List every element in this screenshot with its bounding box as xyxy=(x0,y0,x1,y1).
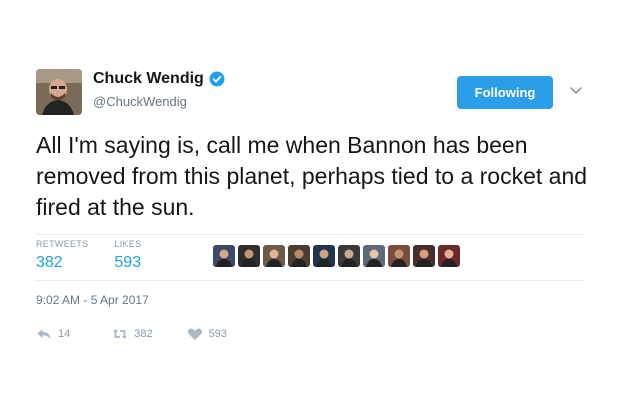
liker-avatar[interactable] xyxy=(263,245,285,267)
liker-avatar[interactable] xyxy=(388,245,410,267)
retweets-label: RETWEETS xyxy=(36,239,89,249)
stats-bottom-divider xyxy=(36,280,584,281)
retweet-button[interactable]: 382 xyxy=(112,326,153,342)
retweets-value: 382 xyxy=(36,254,63,271)
author-display-name[interactable]: Chuck Wendig xyxy=(93,70,204,88)
liker-avatar[interactable] xyxy=(313,245,335,267)
following-button[interactable]: Following xyxy=(457,76,553,109)
tweet-card: Chuck Wendig @ChuckWendig Following All … xyxy=(0,0,618,412)
author-avatar[interactable] xyxy=(36,69,82,115)
reply-icon xyxy=(37,329,51,339)
reply-button[interactable]: 14 xyxy=(36,326,70,342)
retweet-count: 382 xyxy=(134,328,153,340)
author-name-row: Chuck Wendig xyxy=(93,70,225,88)
likes-label: LIKES xyxy=(114,239,142,249)
reply-count: 14 xyxy=(58,328,71,340)
liker-avatar[interactable] xyxy=(213,245,235,267)
tweet-stats: RETWEETS 382 LIKES 593 xyxy=(36,239,167,272)
retweet-icon xyxy=(113,329,128,339)
like-count: 593 xyxy=(208,328,227,340)
stats-top-divider xyxy=(36,234,584,235)
author-handle[interactable]: @ChuckWendig xyxy=(93,94,187,109)
retweets-stat[interactable]: RETWEETS 382 xyxy=(36,239,88,272)
tweet-text: All I'm saying is, call me when Bannon h… xyxy=(36,132,588,220)
liker-avatar[interactable] xyxy=(438,245,460,267)
liker-avatar[interactable] xyxy=(238,245,260,267)
chevron-down-icon[interactable] xyxy=(568,82,584,98)
tweet-timestamp[interactable]: 9:02 AM - 5 Apr 2017 xyxy=(36,293,149,307)
liker-avatar[interactable] xyxy=(363,245,385,267)
verified-badge-icon xyxy=(209,71,225,87)
liker-avatar[interactable] xyxy=(338,245,360,267)
tweet-actions: 14 382 593 xyxy=(36,326,261,342)
heart-icon xyxy=(187,328,202,340)
likes-stat[interactable]: LIKES 593 xyxy=(114,239,141,272)
liker-avatar[interactable] xyxy=(413,245,435,267)
likes-value: 593 xyxy=(114,254,142,271)
like-button[interactable]: 593 xyxy=(187,326,227,342)
liker-avatars xyxy=(213,245,460,267)
liker-avatar[interactable] xyxy=(288,245,310,267)
